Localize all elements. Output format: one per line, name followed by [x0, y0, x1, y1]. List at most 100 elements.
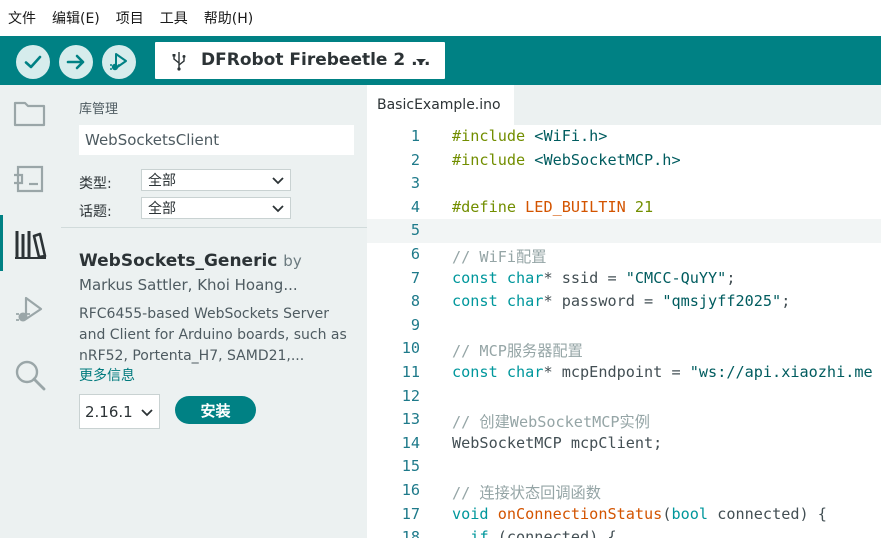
search-icon	[15, 360, 46, 391]
code-token: void	[452, 504, 489, 523]
line-number: 2	[410, 150, 420, 169]
code-text: // 连接状态回调函数	[452, 481, 601, 503]
debug-button[interactable]	[102, 45, 136, 79]
line-number: 14	[401, 433, 420, 452]
debug-panel-button[interactable]	[12, 292, 48, 328]
sketchbook-button[interactable]	[12, 95, 48, 131]
line-number: 7	[410, 268, 420, 287]
install-button[interactable]: 安装	[175, 396, 256, 424]
topic-filter-label: 话题:	[79, 204, 112, 220]
code-token: "ws://api.xiaozhi.me	[689, 363, 873, 381]
code-token: #include	[452, 127, 535, 145]
code-line[interactable]: 15	[367, 455, 881, 479]
line-number: 18	[401, 528, 420, 538]
type-filter-label: 类型:	[79, 176, 112, 192]
code-line[interactable]: 10 // MCP服务器配置	[367, 337, 881, 361]
more-info-link[interactable]: 更多信息	[79, 365, 135, 385]
line-number: 5	[410, 221, 420, 240]
code-text: #define LED_BUILTIN 21	[452, 198, 653, 216]
code-token: const	[452, 363, 498, 381]
library-author: Markus Sattler, Khoi Hoang...	[79, 276, 298, 294]
code-text: // MCP服务器配置	[452, 339, 583, 361]
line-number: 10	[401, 339, 420, 358]
menu-tools[interactable]: 工具	[160, 8, 188, 28]
check-icon	[24, 55, 42, 69]
verify-button[interactable]	[16, 45, 50, 79]
code-line[interactable]: 5	[367, 219, 881, 243]
search-panel-button[interactable]	[12, 357, 48, 393]
code-token: connected) {	[708, 504, 827, 523]
code-line[interactable]: 18 if (connected) {	[367, 526, 881, 538]
topic-filter-value: 全部	[148, 201, 176, 217]
code-line[interactable]: 13 // 创建WebSocketMCP实例	[367, 408, 881, 432]
topic-filter-select[interactable]: 全部	[141, 197, 291, 219]
code-text: void onConnectionStatus(bool connected) …	[452, 505, 827, 523]
code-token: const	[452, 268, 498, 287]
code-text: // 创建WebSocketMCP实例	[452, 410, 650, 432]
code-token: onConnectionStatus	[497, 504, 663, 523]
version-select[interactable]: 2.16.1	[79, 394, 160, 429]
menu-edit[interactable]: 编辑(E)	[52, 8, 100, 28]
code-token: #include	[452, 150, 535, 169]
code-line[interactable]: 12	[367, 385, 881, 409]
active-indicator	[0, 215, 3, 271]
line-number: 17	[401, 504, 420, 523]
board-name: DFRobot Firebeetle 2 ...	[201, 50, 431, 70]
code-line[interactable]: 17 void onConnectionStatus(bool connected…	[367, 503, 881, 527]
code-token: LED_BUILTIN	[525, 197, 626, 216]
code-line[interactable]: 16 // 连接状态回调函数	[367, 479, 881, 503]
code-token: <WebSocketMCP.h>	[534, 150, 681, 169]
code-token: ;	[726, 268, 736, 287]
code-line[interactable]: 7 const char* ssid = "CMCC-QuYY";	[367, 267, 881, 291]
line-number: 11	[401, 363, 420, 381]
tab-basic-example[interactable]: BasicExample.ino	[367, 85, 514, 125]
menu-help[interactable]: 帮助(H)	[204, 8, 253, 28]
type-filter-value: 全部	[148, 173, 176, 189]
code-text: WebSocketMCP mcpClient;	[452, 434, 662, 452]
code-token: // WiFi配置	[452, 248, 547, 266]
boards-manager-button[interactable]	[12, 161, 48, 197]
editor-tab-bar: BasicExample.ino	[367, 85, 881, 125]
library-search-input[interactable]	[79, 125, 354, 155]
line-number: 9	[410, 315, 420, 334]
code-token: // MCP服务器配置	[452, 342, 583, 361]
code-token: WebSocketMCP mcpClient;	[452, 433, 663, 452]
code-line[interactable]: 1 #include <WiFi.h>	[367, 125, 881, 149]
code-line[interactable]: 4 #define LED_BUILTIN 21	[367, 196, 881, 220]
menu-file[interactable]: 文件	[8, 8, 36, 28]
upload-button[interactable]	[59, 45, 93, 79]
chevron-down-icon	[272, 177, 284, 185]
library-name: WebSockets_Generic	[79, 251, 278, 271]
code-token: char	[506, 292, 544, 311]
code-line[interactable]: 2 #include <WebSocketMCP.h>	[367, 149, 881, 173]
code-line[interactable]: 9	[367, 314, 881, 338]
code-text: #include <WebSocketMCP.h>	[452, 151, 681, 169]
code-token: "qmsjyff2025"	[662, 292, 782, 311]
chevron-down-icon	[141, 409, 153, 417]
code-line[interactable]: 3	[367, 172, 881, 196]
code-line[interactable]: 8 const char* password = "qmsjyff2025";	[367, 290, 881, 314]
menu-project[interactable]: 项目	[116, 8, 144, 28]
folder-icon	[13, 101, 46, 127]
line-number: 16	[401, 481, 420, 499]
code-token: "CMCC-QuYY"	[625, 268, 727, 287]
code-token: 21	[625, 197, 654, 216]
code-editor[interactable]: 1 #include <WiFi.h> 2 #include <WebSocketMC…	[367, 125, 881, 538]
code-token: #define	[452, 197, 526, 216]
library-icon	[15, 231, 47, 259]
library-result-title: WebSockets_Generic by	[79, 251, 302, 271]
code-line[interactable]: 6 // WiFi配置	[367, 243, 881, 267]
code-text: const char* password = "qmsjyff2025";	[452, 292, 790, 310]
code-text: if (connected) {	[452, 528, 616, 538]
code-token: * password =	[543, 292, 663, 311]
type-filter-select[interactable]: 全部	[141, 169, 291, 191]
board-selector[interactable]: DFRobot Firebeetle 2 ...	[155, 42, 445, 79]
library-panel: 库管理 类型: 全部 话题: 全部 WebSockets_Generic by …	[61, 85, 367, 538]
code-line[interactable]: 11 const char* mcpEndpoint = "ws://api.xi…	[367, 361, 881, 385]
library-by: by	[283, 252, 302, 270]
library-manager-button[interactable]	[12, 226, 48, 262]
code-line[interactable]: 14 WebSocketMCP mcpClient;	[367, 432, 881, 456]
line-number: 4	[410, 197, 420, 216]
